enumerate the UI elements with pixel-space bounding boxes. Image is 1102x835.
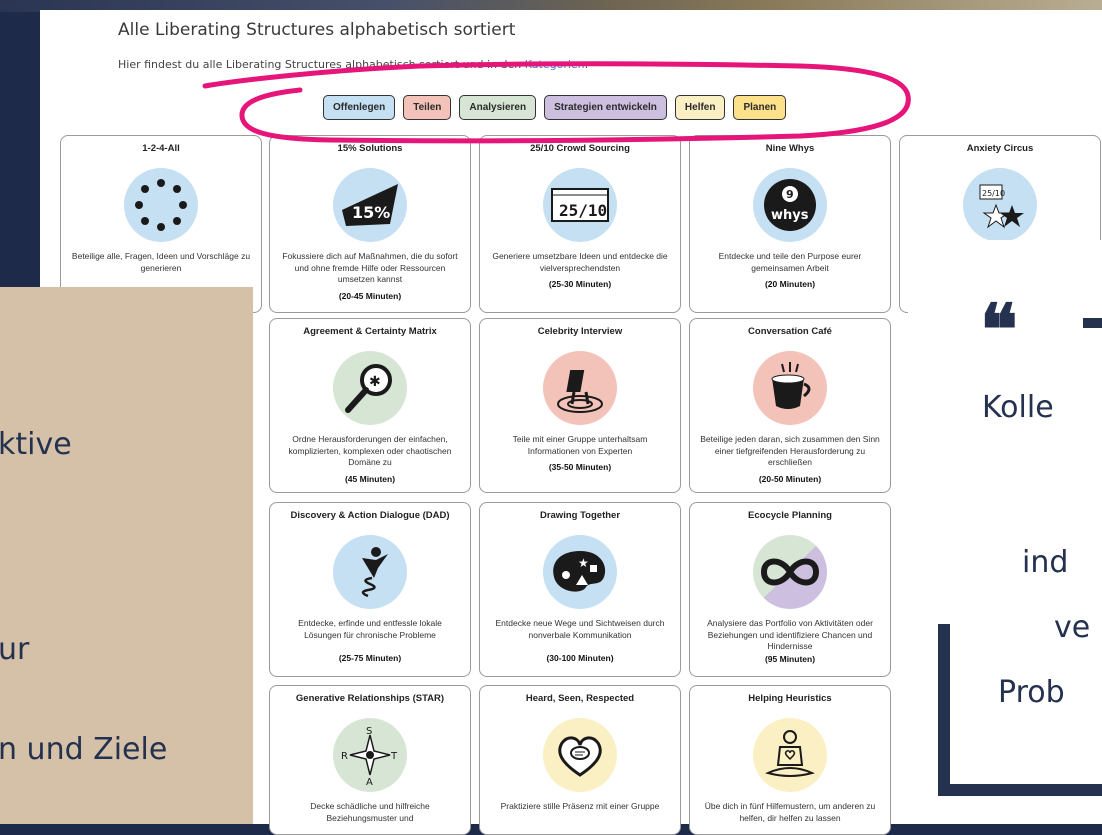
intro-colon: : — [584, 58, 589, 71]
infinity-icon — [753, 535, 827, 609]
card-title: Helping Heuristics — [748, 693, 832, 704]
categories-link[interactable]: Kategorien — [525, 58, 585, 71]
category-pill-strategien-entwickeln[interactable]: Strategien entwickeln — [544, 95, 667, 120]
left-overlay-panel: ktive ur n und Ziele — [0, 287, 253, 824]
card-title: Conversation Café — [748, 326, 832, 337]
card-description: Entdecke neue Wege und Sichtweisen durch… — [495, 618, 665, 640]
category-pill-offenlegen[interactable]: Offenlegen — [323, 95, 396, 120]
structure-card-agreement-certainty-matrix[interactable]: Agreement & Certainty Matrix ✱ Ordne Her… — [269, 318, 471, 493]
card-description: Beteilige jeden daran, sich zusammen den… — [700, 434, 880, 467]
svg-text:★: ★ — [578, 556, 589, 570]
card-title: 1-2-4-All — [142, 143, 180, 154]
card-description: Entdecke und teile den Purpose eurer gem… — [718, 251, 862, 273]
card-title: Generative Relationships (STAR) — [295, 693, 445, 704]
structure-card-generative-relationships[interactable]: Generative Relationships (STAR) S R T A Dec… — [269, 685, 471, 835]
quote-dash — [1083, 318, 1102, 328]
svg-text:9: 9 — [786, 188, 794, 201]
spring-figure-icon — [333, 535, 407, 609]
card-title: 15% Solutions — [337, 143, 403, 154]
svg-text:✱: ✱ — [369, 373, 381, 389]
card-duration: (45 Minuten) — [344, 473, 396, 484]
structure-card-discovery-action-dialogue[interactable]: Discovery & Action Dialogue (DAD) Entdec… — [269, 502, 471, 677]
card-description: Generiere umsetzbare Ideen und entdecke … — [492, 251, 668, 273]
svg-text:R: R — [341, 751, 348, 762]
nine-whys-icon: 9 whys — [753, 168, 827, 242]
card-title: Ecocycle Planning — [748, 510, 832, 521]
compass-star-icon: S R T A — [333, 718, 407, 792]
card-title: Nine Whys — [765, 143, 815, 154]
svg-text:15%: 15% — [352, 203, 390, 222]
svg-text:A: A — [366, 777, 373, 785]
svg-text:T: T — [390, 751, 398, 762]
overlay-left-line-2: ur — [0, 632, 30, 667]
card-description: Ordne Herausforderungen der einfachen, k… — [288, 434, 452, 467]
card-title: Celebrity Interview — [537, 326, 623, 337]
card-duration: (20-45 Minuten) — [338, 290, 402, 301]
structure-card-heard-seen-respected[interactable]: Heard, Seen, Respected Praktiziere still… — [479, 685, 681, 835]
circle-of-people-icon — [124, 168, 198, 242]
card-title: Drawing Together — [539, 510, 621, 521]
card-description: Decke schädliche und hilfreiche Beziehun… — [310, 801, 430, 823]
card-description: Beteilige alle, Fragen, Ideen und Vorsch… — [71, 251, 251, 273]
svg-text:25/10: 25/10 — [559, 201, 607, 220]
card-description: Teile mit einer Gruppe unterhaltsam Info… — [512, 434, 648, 456]
card-description: Praktiziere stille Präsenz mit einer Gru… — [500, 801, 660, 811]
page-title: Alle Liberating Structures alphabetisch … — [118, 20, 516, 40]
svg-text:S: S — [366, 726, 372, 737]
quote-mark-icon: ❝ — [980, 288, 1018, 371]
card-description: Fokussiere dich auf Maßnahmen, die du so… — [282, 251, 458, 284]
card-title: Discovery & Action Dialogue (DAD) — [290, 510, 450, 521]
card-duration: (20-50 Minuten) — [758, 473, 822, 484]
structure-card-ecocycle-planning[interactable]: Ecocycle Planning Analysiere das Portfol… — [689, 502, 891, 677]
card-duration: (25-75 Minuten) — [338, 653, 402, 663]
chair-spotlight-icon — [543, 351, 617, 425]
card-duration: (35-50 Minuten) — [548, 462, 612, 472]
card-description: Übe dich in fünf Hilfemustern, um andere… — [704, 801, 876, 823]
structure-card-25-10-crowd-sourcing[interactable]: 25/10 Crowd Sourcing 25/10 Generiere ums… — [479, 135, 681, 313]
svg-text:25/10: 25/10 — [982, 189, 1005, 198]
quote-bracket — [938, 624, 1102, 796]
meditating-figure-icon — [753, 718, 827, 792]
overlay-right-line-1: Kolle — [982, 390, 1054, 425]
overlay-left-line-1: ktive — [0, 427, 72, 462]
structure-card-15-solutions[interactable]: 15% Solutions 15% Fokussiere dich auf Ma… — [269, 135, 471, 313]
palette-icon: ★ — [543, 535, 617, 609]
card-title: Agreement & Certainty Matrix — [303, 326, 437, 337]
card-duration: (30-100 Minuten) — [546, 653, 614, 663]
card-title: Anxiety Circus — [966, 143, 1034, 154]
fifteen-percent-icon: 15% — [333, 168, 407, 242]
category-pill-helfen[interactable]: Helfen — [674, 95, 726, 120]
right-overlay-panel: ❝ Kolle ind ve Prob — [908, 240, 1102, 824]
category-filter-bar: Offenlegen Teilen Analysieren Strategien… — [323, 95, 787, 120]
anxiety-circus-icon: 25/10 — [963, 168, 1037, 242]
magnifier-icon: ✱ — [333, 351, 407, 425]
structure-card-drawing-together[interactable]: Drawing Together ★ Entdecke neue Wege un… — [479, 502, 681, 677]
structure-card-helping-heuristics[interactable]: Helping Heuristics Übe dich in fünf Hilf… — [689, 685, 891, 835]
card-duration: (95 Minuten) — [764, 653, 816, 664]
structure-card-celebrity-interview[interactable]: Celebrity Interview Teile mit einer Grup… — [479, 318, 681, 493]
intro-text: Hier findest du alle Liberating Structur… — [118, 58, 588, 71]
structure-card-conversation-cafe[interactable]: Conversation Café Beteilige jeden daran,… — [689, 318, 891, 493]
card-duration: (25-30 Minuten) — [548, 279, 612, 289]
card-title: Heard, Seen, Respected — [525, 693, 635, 704]
card-description: Analysiere das Portfolio von Aktivitäten… — [707, 618, 873, 651]
heart-speech-icon — [543, 718, 617, 792]
structure-card-nine-whys[interactable]: Nine Whys 9 whys Entdecke und teile den P… — [689, 135, 891, 313]
category-pill-analysieren[interactable]: Analysieren — [459, 95, 537, 120]
intro-sentence: Hier findest du alle Liberating Structur… — [118, 58, 522, 71]
card-duration: (20 Minuten) — [764, 279, 816, 289]
scorecard-icon: 25/10 — [543, 168, 617, 242]
svg-text:whys: whys — [771, 208, 809, 223]
overlay-left-line-3: n und Ziele — [0, 732, 168, 767]
card-description: Entdecke, erfinde und entfessle lokale L… — [298, 618, 442, 640]
coffee-cup-icon — [753, 351, 827, 425]
category-pill-teilen[interactable]: Teilen — [403, 95, 452, 120]
card-title: 25/10 Crowd Sourcing — [530, 143, 630, 154]
category-pill-planen[interactable]: Planen — [733, 95, 787, 120]
overlay-right-line-2: ind — [1022, 545, 1069, 580]
